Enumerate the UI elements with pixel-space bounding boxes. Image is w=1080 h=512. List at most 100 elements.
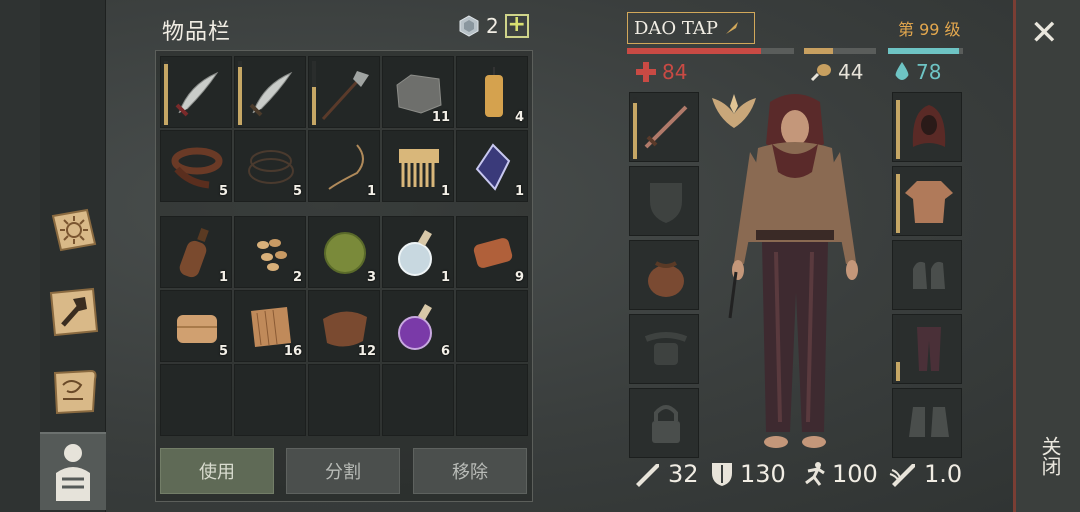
durability-fill	[896, 100, 900, 159]
equip-slot-hands[interactable]	[892, 240, 962, 310]
slot-empty[interactable]	[456, 364, 528, 436]
durability-fill	[238, 67, 242, 125]
equip-slot-body[interactable]	[892, 166, 962, 236]
ingot-icon	[473, 238, 513, 268]
item-count: 12	[357, 344, 376, 359]
health-value: 84	[662, 60, 688, 84]
durability-bar	[896, 319, 900, 381]
close-panel[interactable]: ✕ 关闭	[1013, 0, 1080, 512]
equip-slot-feet[interactable]	[892, 388, 962, 458]
character-model	[728, 94, 858, 448]
sword-stat-icon	[636, 464, 659, 487]
character-level: 第 99 级	[898, 20, 961, 39]
slot-empty[interactable]	[160, 364, 232, 436]
durability-fill	[896, 362, 900, 381]
item-count: 5	[292, 184, 302, 199]
hood-icon	[912, 105, 946, 147]
durability-fill	[633, 103, 637, 159]
slot-rope[interactable]: 5	[234, 130, 306, 202]
slot-empty[interactable]	[308, 364, 380, 436]
durability-bar	[312, 61, 316, 125]
equip-slot-weapon[interactable]	[629, 92, 699, 162]
scimitar-icon	[175, 71, 219, 117]
slot-candle[interactable]: 4	[456, 56, 528, 128]
inventory-grid-top: 11 4 5 5 1 1 1	[160, 56, 528, 202]
boots-icon	[909, 407, 949, 437]
winged-sword-icon	[889, 464, 915, 487]
thirst-value: 78	[916, 60, 942, 84]
slot-empty[interactable]	[456, 290, 528, 362]
slot-leather-belt[interactable]: 5	[160, 130, 232, 202]
equip-slot-locked[interactable]	[629, 388, 699, 458]
crystal-icon	[475, 143, 511, 191]
shield-icon	[650, 183, 682, 223]
item-count: 1	[366, 184, 376, 199]
sidebar-tab-quests[interactable]	[44, 200, 104, 260]
slot-stone[interactable]: 11	[382, 56, 454, 128]
slot-fabric[interactable]: 16	[234, 290, 306, 362]
health-bar	[627, 48, 794, 54]
inventory-grid-bottom: 1 2 3 1 9 5 16 12 6	[160, 216, 528, 436]
close-label[interactable]: 关闭	[1036, 436, 1065, 476]
sidebar-tab-map[interactable]	[44, 362, 104, 422]
thirst-stat: 78	[894, 60, 941, 84]
gem-counter: 2 +	[458, 14, 529, 38]
potion-icon	[398, 229, 432, 276]
slot-scimitar[interactable]	[160, 56, 232, 128]
sidebar-tab-character[interactable]	[40, 432, 106, 510]
slot-empty[interactable]	[382, 364, 454, 436]
slot-scimitar[interactable]	[234, 56, 306, 128]
item-count: 9	[514, 270, 524, 285]
slot-leather[interactable]: 12	[308, 290, 380, 362]
slot-potion-purple[interactable]: 6	[382, 290, 454, 362]
slot-copper-ingot[interactable]: 9	[456, 216, 528, 288]
character-name-box[interactable]: DAO TAP	[627, 12, 755, 44]
item-count: 5	[218, 184, 228, 199]
slot-comb[interactable]: 1	[382, 130, 454, 202]
slot-cloth[interactable]: 5	[160, 290, 232, 362]
slot-cord[interactable]: 1	[308, 130, 380, 202]
equip-slot-shield[interactable]	[629, 166, 699, 236]
thirst-bar-fill	[888, 48, 960, 54]
slot-empty[interactable]	[234, 364, 306, 436]
slot-seeds[interactable]: 2	[234, 216, 306, 288]
add-gems-button[interactable]: +	[504, 14, 529, 38]
armor-stat: 130	[710, 460, 786, 488]
equip-slot-belt[interactable]	[629, 314, 699, 384]
slot-bottle[interactable]: 1	[160, 216, 232, 288]
item-count: 1	[440, 270, 450, 285]
close-icon[interactable]: ✕	[1030, 16, 1059, 50]
health-bar-fill	[627, 48, 761, 54]
attack-stat: 32	[632, 460, 699, 488]
armor-value: 130	[740, 460, 786, 488]
cloth-icon	[177, 315, 217, 343]
shield-stat-icon	[712, 463, 732, 486]
equip-slot-head[interactable]	[892, 92, 962, 162]
hunger-value: 44	[838, 60, 864, 84]
split-button[interactable]: 分割	[286, 448, 400, 494]
potion-icon	[398, 303, 432, 350]
sun-book-icon	[51, 208, 97, 252]
sidebar-tab-crafting[interactable]	[44, 282, 104, 342]
herb-ball-icon	[324, 232, 366, 274]
equip-slot-legs[interactable]	[892, 314, 962, 384]
gem-count-value: 2	[486, 14, 499, 38]
durability-fill	[896, 174, 900, 233]
slot-crystal[interactable]: 1	[456, 130, 528, 202]
item-count: 5	[218, 344, 228, 359]
slot-halberd[interactable]	[308, 56, 380, 128]
hunger-bar-fill	[804, 48, 833, 54]
slot-herb-ball[interactable]: 3	[308, 216, 380, 288]
slot-potion-clear[interactable]: 1	[382, 216, 454, 288]
use-button[interactable]: 使用	[160, 448, 274, 494]
equip-slot-bag[interactable]	[629, 240, 699, 310]
lock-icon	[652, 405, 680, 443]
durability-bar	[238, 61, 242, 125]
item-count: 16	[283, 344, 302, 359]
item-count: 4	[514, 110, 524, 125]
pants-icon	[917, 327, 941, 371]
pouch-icon	[648, 261, 684, 297]
remove-button[interactable]: 移除	[413, 448, 527, 494]
halberd-icon	[321, 71, 369, 121]
item-count: 3	[366, 270, 376, 285]
